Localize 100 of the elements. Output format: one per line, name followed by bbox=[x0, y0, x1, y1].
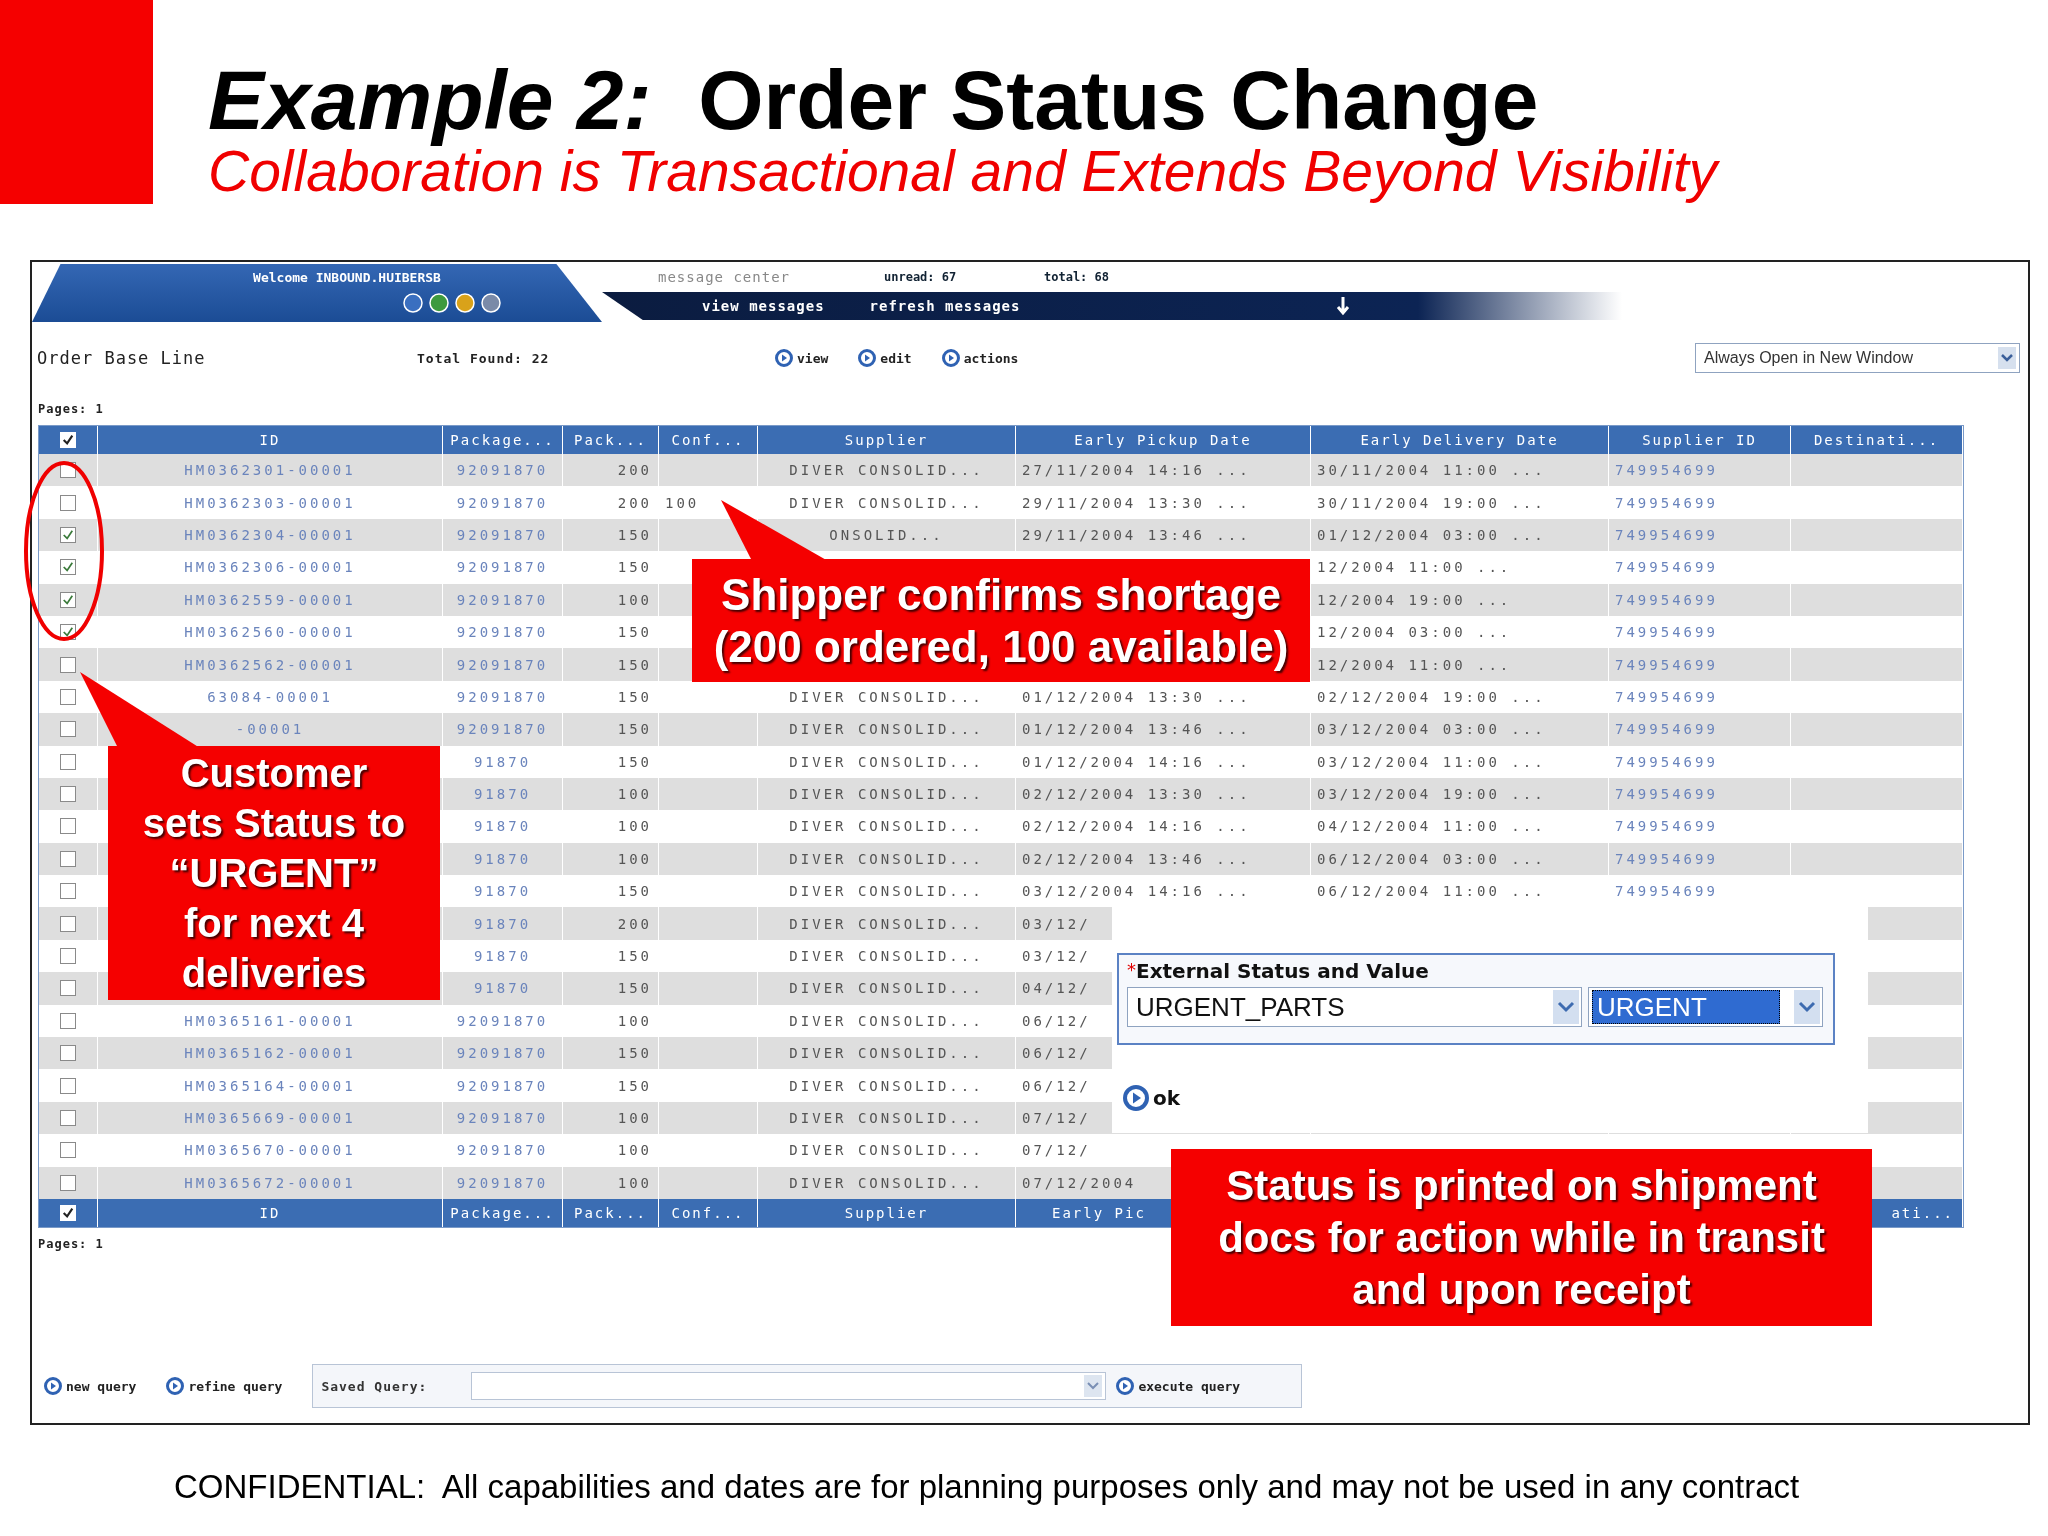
table-cell: 92091870 bbox=[456, 721, 549, 738]
table-cell: 04/12/2004 11:00 ... bbox=[1317, 818, 1546, 835]
query-link[interactable]: new query bbox=[44, 1377, 137, 1395]
table-cell: HM0365669-00001 bbox=[184, 1110, 356, 1126]
table-cell: DIVER CONSOLID... bbox=[789, 753, 984, 770]
table-cell: 100 bbox=[617, 818, 652, 835]
checkbox[interactable] bbox=[60, 1077, 76, 1094]
column-header[interactable]: Package... bbox=[450, 1205, 555, 1221]
table-cell: DIVER CONSOLID... bbox=[789, 883, 984, 900]
round-icon[interactable] bbox=[403, 293, 423, 313]
checkbox[interactable] bbox=[60, 753, 76, 770]
message-link[interactable]: refresh messages bbox=[869, 298, 1021, 314]
table-cell: HM0362559-00001 bbox=[184, 591, 356, 608]
checkbox[interactable] bbox=[60, 1045, 76, 1062]
checkbox[interactable] bbox=[60, 850, 76, 867]
message-link[interactable]: view messages bbox=[702, 298, 825, 314]
table-cell: 749954699 bbox=[1615, 559, 1718, 576]
play-circle-icon bbox=[44, 1377, 62, 1395]
table-cell: 92091870 bbox=[456, 526, 549, 543]
table-cell: DIVER CONSOLID... bbox=[789, 786, 984, 803]
ok-button[interactable]: ok bbox=[1123, 1085, 1181, 1111]
checkbox[interactable] bbox=[60, 915, 76, 932]
checkbox[interactable] bbox=[60, 1142, 76, 1159]
checkbox[interactable] bbox=[60, 980, 76, 997]
table-cell: 92091870 bbox=[456, 1142, 549, 1159]
table-cell: 29/11/2004 13:46 ... bbox=[1022, 526, 1251, 543]
checkbox[interactable] bbox=[60, 1174, 76, 1191]
unread-count: unread: 67 bbox=[884, 270, 958, 284]
column-header[interactable]: Conf... bbox=[671, 1205, 745, 1221]
table-cell: 92091870 bbox=[456, 559, 549, 576]
action-link[interactable]: actions bbox=[941, 349, 1019, 367]
table-cell: 200 bbox=[617, 915, 652, 932]
action-link[interactable]: edit bbox=[858, 349, 912, 367]
checkbox[interactable] bbox=[60, 591, 76, 608]
column-header[interactable]: Early Pic bbox=[1052, 1205, 1146, 1221]
checkbox[interactable] bbox=[60, 526, 76, 543]
column-header[interactable]: ID bbox=[259, 1205, 281, 1221]
table-cell: 150 bbox=[617, 624, 652, 641]
table-cell: DIVER CONSOLID... bbox=[789, 850, 984, 867]
table-cell: 03/12/ bbox=[1022, 948, 1091, 965]
round-icon[interactable] bbox=[455, 293, 475, 313]
table-cell: HM0362301-00001 bbox=[184, 462, 356, 479]
column-header[interactable]: Supplier bbox=[844, 1205, 929, 1221]
chevron-down-icon bbox=[1553, 990, 1579, 1024]
play-circle-icon bbox=[775, 349, 793, 367]
checkbox[interactable] bbox=[60, 656, 76, 673]
table-cell: 150 bbox=[617, 1077, 652, 1094]
field-label: External Status and Value bbox=[1136, 959, 1429, 983]
table-cell: 100 bbox=[617, 850, 652, 867]
checkbox[interactable] bbox=[60, 559, 76, 576]
window-mode-dropdown[interactable]: Always Open in New Window bbox=[1695, 343, 2020, 373]
chevron-down-icon bbox=[1998, 347, 2016, 369]
table-cell: -00001 bbox=[235, 721, 305, 738]
status-dropdown[interactable]: URGENT_PARTS bbox=[1127, 987, 1582, 1027]
table-cell: 03/12/2004 19:00 ... bbox=[1317, 786, 1546, 803]
table-cell: DIVER CONSOLID... bbox=[789, 1077, 984, 1094]
column-header[interactable]: ati... bbox=[1891, 1205, 1954, 1221]
execute-query-link[interactable]: execute query bbox=[1116, 1377, 1241, 1395]
checkbox[interactable] bbox=[60, 1110, 76, 1126]
callout-tooltip: Customer sets Status to “URGENT” for next 4 deliveries bbox=[108, 746, 440, 1000]
table-cell: 749954699 bbox=[1615, 462, 1718, 479]
table-cell: 92091870 bbox=[456, 1045, 549, 1062]
round-icon[interactable] bbox=[481, 293, 501, 313]
table-cell: 150 bbox=[617, 948, 652, 965]
saved-query-label: Saved Query: bbox=[321, 1378, 429, 1394]
table-cell: 12/2004 11:00 ... bbox=[1317, 559, 1512, 576]
table-cell: 749954699 bbox=[1615, 656, 1718, 673]
down-arrow-icon[interactable] bbox=[1335, 296, 1352, 316]
table-cell: 749954699 bbox=[1615, 624, 1718, 641]
table-cell: 92091870 bbox=[456, 462, 549, 479]
round-icon[interactable] bbox=[429, 293, 449, 313]
table-cell: 06/12/2004 03:00 ... bbox=[1317, 850, 1546, 867]
checkbox[interactable] bbox=[60, 786, 76, 803]
table-cell: DIVER CONSOLID... bbox=[789, 462, 984, 479]
table-cell: 12/2004 11:00 ... bbox=[1317, 656, 1512, 673]
table-cell: HM0365672-00001 bbox=[184, 1174, 356, 1191]
table-cell: 07/12/ bbox=[1022, 1110, 1091, 1126]
table-cell: DIVER CONSOLID... bbox=[789, 1174, 984, 1191]
confidential-note: CONFIDENTIAL: All capabilities and dates are for planning purposes only and may not be used in any contract bbox=[174, 1468, 1800, 1506]
table-cell: 06/12/ bbox=[1022, 1077, 1091, 1094]
checkbox[interactable] bbox=[60, 1012, 76, 1029]
checkbox[interactable] bbox=[60, 494, 76, 511]
value-dropdown[interactable]: URGENT bbox=[1588, 987, 1823, 1027]
checkbox[interactable] bbox=[60, 883, 76, 900]
saved-query-dropdown[interactable] bbox=[471, 1372, 1107, 1400]
table-cell: 06/12/2004 11:00 ... bbox=[1317, 883, 1546, 900]
table-cell: 91870 bbox=[473, 915, 532, 932]
checkbox[interactable] bbox=[60, 688, 76, 705]
action-link[interactable]: view bbox=[775, 349, 829, 367]
query-link[interactable]: refine query bbox=[166, 1377, 283, 1395]
table-cell: 02/12/2004 13:46 ... bbox=[1022, 850, 1251, 867]
checkbox[interactable] bbox=[60, 721, 76, 738]
table-cell: 01/12/2004 14:16 ... bbox=[1022, 753, 1251, 770]
checkbox[interactable] bbox=[60, 818, 76, 835]
checkbox[interactable] bbox=[60, 948, 76, 965]
table-cell: 92091870 bbox=[456, 656, 549, 673]
table-cell: 27/11/2004 14:16 ... bbox=[1022, 462, 1251, 479]
total-count: total: 68 bbox=[1044, 270, 1111, 284]
table-cell: 02/12/2004 14:16 ... bbox=[1022, 818, 1251, 835]
column-header[interactable]: Pack... bbox=[574, 1205, 647, 1221]
